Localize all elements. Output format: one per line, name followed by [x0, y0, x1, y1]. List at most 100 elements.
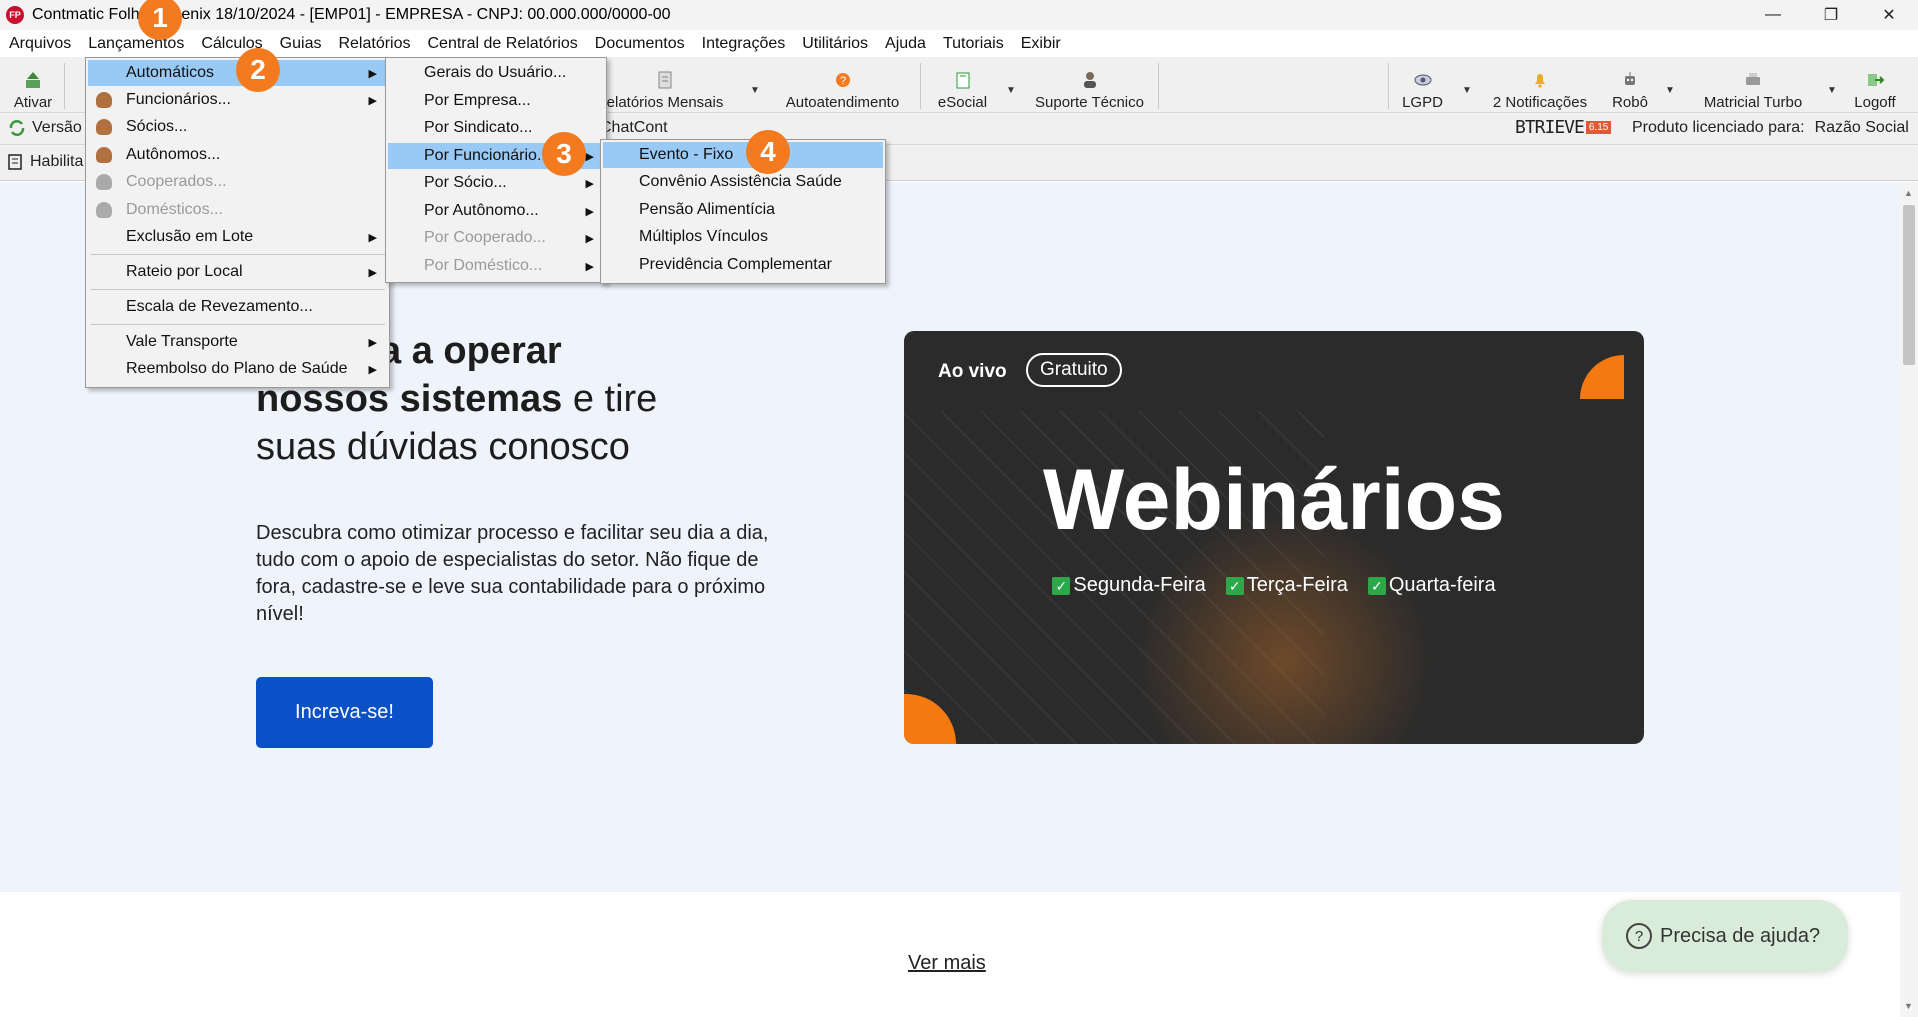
scroll-thumb[interactable]	[1903, 205, 1915, 365]
person-icon	[96, 147, 112, 163]
question-icon: ?	[1626, 923, 1652, 949]
webinar-days: ✓ Segunda-Feira ✓ Terça-Feira ✓ Quarta-feir…	[904, 574, 1644, 597]
check-icon: ✓	[1052, 577, 1071, 595]
submenu-arrow-icon: ▶	[585, 232, 594, 245]
autoatendimento-button[interactable]: ? Autoatendimento	[770, 57, 915, 113]
menu-item-vale-transporte[interactable]: Vale Transporte ▶	[88, 329, 387, 355]
submenu-arrow-icon: ▶	[368, 67, 377, 80]
relatorios-dropdown-icon[interactable]: ▼	[750, 85, 760, 96]
robo-button[interactable]: Robô	[1605, 57, 1655, 113]
menu-central-relatorios[interactable]: Central de Relatórios	[428, 35, 578, 53]
submenu-arrow-icon: ▶	[368, 231, 377, 244]
free-badge: Gratuito	[1026, 353, 1122, 387]
license-info: Produto licenciado para: Razão Social	[1632, 119, 1909, 137]
printer-icon	[1746, 73, 1760, 85]
building-icon	[8, 154, 22, 170]
menu-item-domesticos: Domésticos...	[88, 197, 387, 223]
robo-dropdown-icon[interactable]: ▼	[1665, 85, 1675, 96]
person-icon	[96, 119, 112, 135]
notificacoes-button[interactable]: 2 Notificações	[1480, 57, 1600, 113]
versao-button[interactable]: Versão	[8, 119, 82, 137]
suporte-tecnico-button[interactable]: Suporte Técnico	[1022, 57, 1157, 113]
menu-item-autonomos[interactable]: Autônomos...	[88, 142, 387, 168]
window-title: Contmatic Folha Phoenix 18/10/2024 - [EM…	[32, 6, 671, 23]
lgpd-button[interactable]: LGPD	[1395, 57, 1450, 113]
step-badge-3: 3	[542, 132, 586, 176]
notificacoes-label: 2 Notificações	[1492, 94, 1588, 111]
hero-paragraph: Descubra como otimizar processo e facili…	[256, 522, 769, 625]
svg-text:?: ?	[839, 75, 845, 87]
lgpd-label: LGPD	[1402, 94, 1443, 111]
logoff-button[interactable]: Logoff	[1845, 57, 1905, 113]
webinar-banner[interactable]: Ao vivo Gratuito Webinários ✓ Segunda-Fei…	[904, 331, 1644, 744]
person-icon	[96, 174, 112, 190]
menu-item-convenio-saude[interactable]: Convênio Assistência Saúde	[603, 169, 883, 195]
menu-item-pensao-alimenticia[interactable]: Pensão Alimentícia	[603, 197, 883, 223]
submenu-arrow-icon: ▶	[585, 150, 594, 163]
close-button[interactable]: ✕	[1860, 0, 1918, 30]
habilita-tab[interactable]: Habilita	[6, 153, 83, 171]
menu-documentos[interactable]: Documentos	[595, 35, 685, 53]
menu-item-multiplos-vinculos[interactable]: Múltiplos Vínculos	[603, 224, 883, 250]
day-item: ✓ Quarta-feira	[1367, 574, 1496, 597]
robot-icon	[1625, 72, 1635, 85]
submenu-arrow-icon: ▶	[368, 94, 377, 107]
help-chat-button[interactable]: ? Precisa de ajuda?	[1602, 900, 1848, 972]
logoff-label: Logoff	[1854, 94, 1896, 111]
ativar-label: Ativar	[13, 94, 53, 111]
webinar-title: Webinários	[1043, 452, 1505, 548]
bell-icon	[1535, 74, 1545, 88]
habilita-label: Habilita	[30, 153, 84, 170]
menu-item-exclusao-lote[interactable]: Exclusão em Lote ▶	[88, 224, 387, 250]
help-label: Precisa de ajuda?	[1660, 924, 1821, 947]
menu-item-funcionarios[interactable]: Funcionários... ▶	[88, 87, 387, 113]
menu-ajuda[interactable]: Ajuda	[885, 35, 926, 53]
menu-item-evento-fixo[interactable]: Evento - Fixo	[603, 142, 883, 168]
logoff-icon	[1868, 74, 1885, 86]
suporte-tecnico-label: Suporte Técnico	[1035, 94, 1144, 111]
btrieve-logo: BTRIEVE 6.15	[1515, 117, 1612, 138]
matricial-turbo-button[interactable]: Matricial Turbo	[1688, 57, 1818, 113]
menu-arquivos[interactable]: Arquivos	[9, 35, 71, 53]
person-icon	[96, 92, 112, 108]
scroll-up-icon[interactable]: ▲	[1904, 188, 1913, 198]
menu-guias[interactable]: Guias	[280, 35, 322, 53]
menu-item-por-empresa[interactable]: Por Empresa...	[388, 88, 604, 114]
menu-item-escala-revezamento[interactable]: Escala de Revezamento...	[88, 294, 387, 320]
menu-item-reembolso-plano[interactable]: Reembolso do Plano de Saúde ▶	[88, 356, 387, 382]
esocial-button[interactable]: eSocial	[930, 57, 995, 113]
menu-integracoes[interactable]: Integrações	[702, 35, 786, 53]
menu-utilitarios[interactable]: Utilitários	[802, 35, 868, 53]
submenu-arrow-icon: ▶	[368, 266, 377, 279]
menu-relatorios[interactable]: Relatórios	[338, 35, 410, 53]
maximize-button[interactable]: ❐	[1802, 0, 1860, 30]
ativar-button[interactable]: Ativar	[8, 57, 58, 113]
step-badge-4: 4	[746, 130, 790, 174]
esocial-dropdown-icon[interactable]: ▼	[1006, 85, 1016, 96]
chatcont-button[interactable]: ChatCont	[600, 119, 668, 137]
relatorios-mensais-button[interactable]: elatórios Mensais	[590, 57, 740, 113]
menu-item-rateio-local[interactable]: Rateio por Local ▶	[88, 259, 387, 285]
menu-tutoriais[interactable]: Tutoriais	[943, 35, 1004, 53]
matricial-dropdown-icon[interactable]: ▼	[1827, 85, 1837, 96]
hero-heading-line3: suas dúvidas conosco	[256, 426, 630, 468]
see-more-link[interactable]: Ver mais	[908, 952, 986, 975]
menu-item-gerais-usuario[interactable]: Gerais do Usuário...	[388, 60, 604, 86]
lgpd-dropdown-icon[interactable]: ▼	[1462, 85, 1472, 96]
check-icon: ✓	[1367, 577, 1386, 595]
menu-exibir[interactable]: Exibir	[1021, 35, 1061, 53]
subscribe-button[interactable]: Increva-se!	[256, 677, 433, 748]
vertical-scrollbar[interactable]: ▲ ▼	[1900, 182, 1918, 1017]
versao-label: Versão	[32, 119, 82, 136]
scroll-down-icon[interactable]: ▼	[1904, 1001, 1913, 1011]
menu-item-por-autonomo[interactable]: Por Autônomo... ▶	[388, 198, 604, 224]
menu-item-previdencia-complementar[interactable]: Previdência Complementar	[603, 252, 883, 278]
orange-shape-top	[1580, 355, 1624, 399]
autoatendimento-label: Autoatendimento	[785, 94, 900, 111]
lancamentos-menu: Automáticos ▶ Funcionários... ▶ Sócios... …	[85, 57, 390, 388]
minimize-button[interactable]: —	[1744, 0, 1802, 30]
check-icon: ✓	[1225, 577, 1244, 595]
day-item: ✓ Segunda-Feira	[1052, 574, 1206, 597]
title-bar: FP Contmatic Folha Phoenix 18/10/2024 - …	[0, 0, 1918, 30]
menu-item-socios[interactable]: Sócios...	[88, 114, 387, 140]
